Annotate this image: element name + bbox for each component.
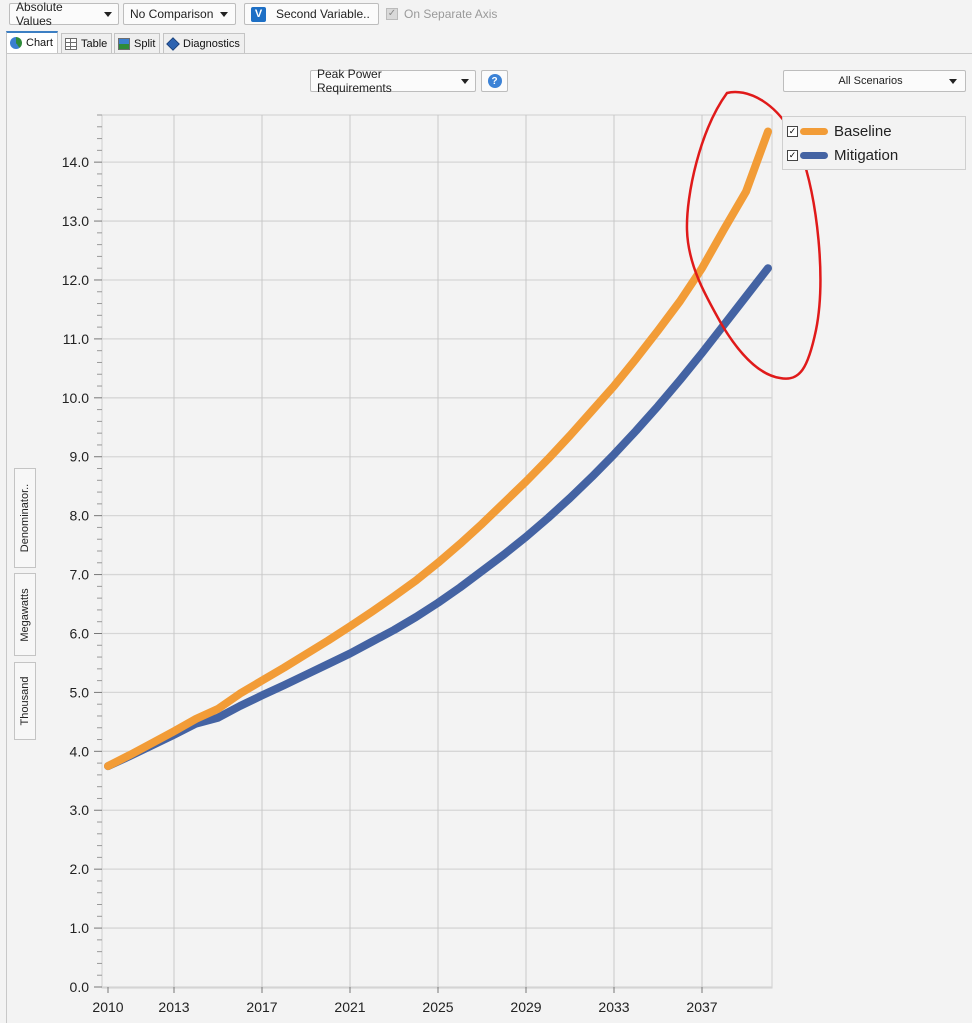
y-tick-label: 14.0 [62,154,89,170]
y-tick-label: 10.0 [62,390,89,406]
y-tick-label: 0.0 [70,979,90,995]
y-tick-label: 11.0 [63,331,89,347]
y-axis-tick-labels: 0.0 1.0 2.0 3.0 4.0 5.0 6.0 7.0 8.0 9.0 10.0 11.0 12… [62,154,89,995]
legend-checkbox-mitigation[interactable]: ✓ [787,149,798,161]
y-tick-label: 6.0 [70,625,90,641]
legend: ✓ Baseline ✓ Mitigation [782,116,966,170]
legend-label-baseline: Baseline [834,122,892,140]
x-tick-label: 2029 [510,999,541,1015]
legend-label-mitigation: Mitigation [834,146,899,164]
y-tick-label: 3.0 [70,802,90,818]
y-tick-label: 4.0 [70,743,90,759]
y-tick-label: 9.0 [70,449,90,465]
x-tick-label: 2010 [92,999,123,1015]
legend-swatch-mitigation [800,151,828,159]
legend-swatch-baseline [800,127,828,135]
legend-checkbox-baseline[interactable]: ✓ [787,125,798,137]
x-tick-label: 2033 [598,999,629,1015]
legend-item-mitigation[interactable]: ✓ Mitigation [787,145,898,165]
plot-area [101,114,773,989]
legend-item-baseline[interactable]: ✓ Baseline [787,121,892,141]
x-tick-label: 2017 [246,999,277,1015]
y-tick-label: 8.0 [70,508,90,524]
y-tick-label: 13.0 [62,213,89,229]
x-tick-label: 2021 [334,999,365,1015]
y-tick-label: 2.0 [70,861,90,877]
y-tick-label: 1.0 [70,920,90,936]
x-axis-tick-labels: 2010 2013 2017 2021 2025 2029 2033 2037 [92,999,717,1015]
x-tick-label: 2025 [422,999,453,1015]
y-tick-label: 7.0 [70,567,90,583]
y-tick-label: 5.0 [70,684,90,700]
x-tick-label: 2013 [158,999,189,1015]
y-tick-label: 12.0 [62,272,89,288]
x-tick-label: 2037 [686,999,717,1015]
